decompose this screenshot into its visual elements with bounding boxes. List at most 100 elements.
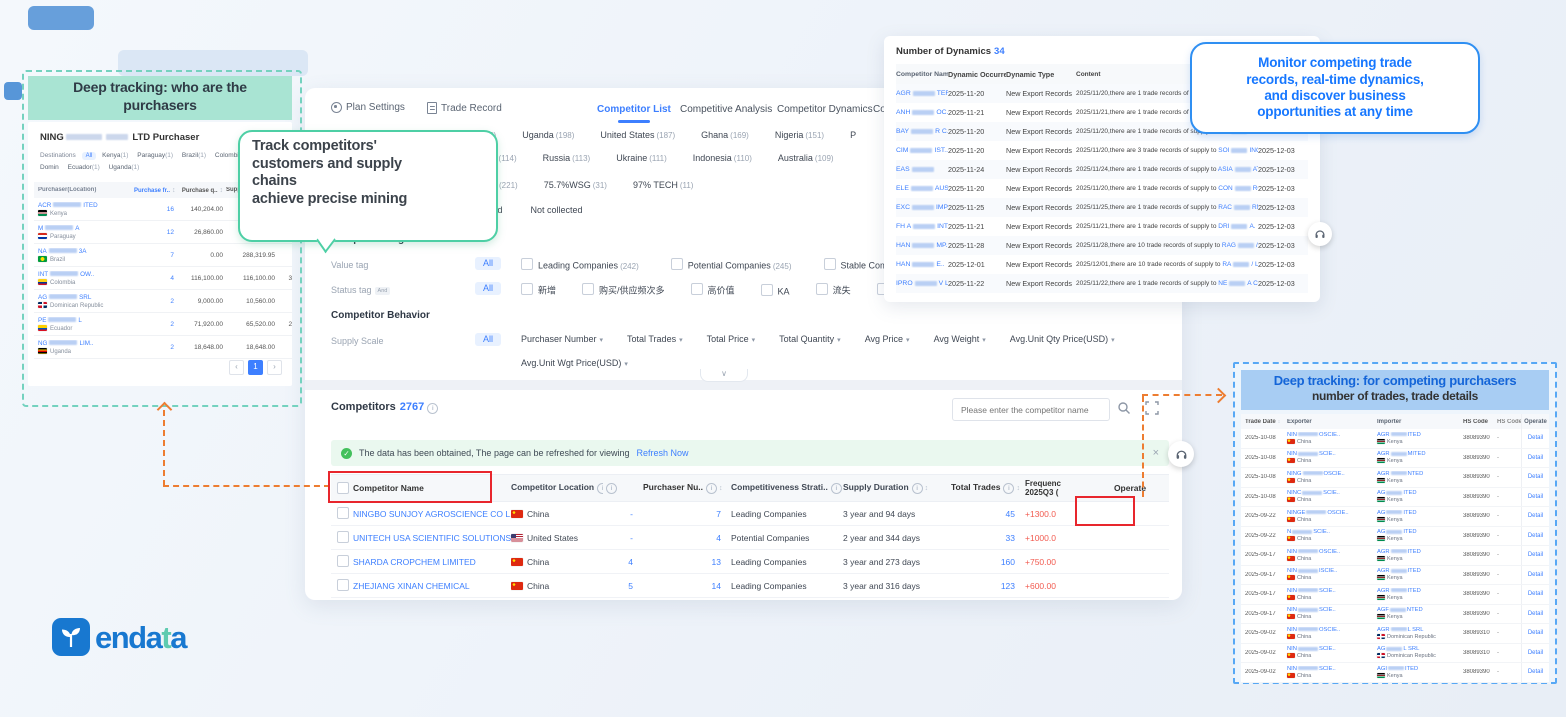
row-checkbox[interactable]: [337, 507, 349, 519]
importer-name-link[interactable]: AGRL SRL: [1377, 627, 1459, 633]
status-tag-checkbox[interactable]: 高价值: [691, 283, 735, 297]
metric-dropdown[interactable]: Purchaser Number: [521, 334, 603, 344]
support-headset-button[interactable]: [1168, 441, 1194, 467]
purchaser-name-link[interactable]: AGSRL: [38, 294, 134, 301]
purchaser-name-link[interactable]: NA3A: [38, 248, 134, 255]
dynamic-row[interactable]: HANMP.. 2025-11-28 New Export Records 20…: [896, 236, 1308, 255]
importer-name-link[interactable]: AGRNTED: [1377, 471, 1459, 477]
checkbox-icon[interactable]: [761, 284, 773, 296]
trade-row[interactable]: 2025-10-08 NINOSCIE.. China AGRITED Keny…: [1241, 429, 1549, 449]
dynamic-row[interactable]: ELEAUS.. 2025-11-20 New Export Records 2…: [896, 179, 1308, 198]
importer-name-link[interactable]: AGRITED: [1377, 432, 1459, 438]
detail-link[interactable]: Detail: [1521, 468, 1549, 487]
close-notice-icon[interactable]: ×: [1153, 447, 1159, 459]
dynamic-competitor-name[interactable]: ANHOC..: [896, 109, 948, 116]
supplier-filter-option[interactable]: 97% TECH(11): [633, 180, 694, 190]
detail-link[interactable]: Detail: [1521, 488, 1549, 507]
destination-option[interactable]: Ecuador(1): [68, 164, 100, 171]
trade-record-button[interactable]: Trade Record: [427, 102, 502, 114]
trade-row[interactable]: 2025-09-02 NINSCIE.. China AGL SRL Domin…: [1241, 644, 1549, 664]
dynamic-competitor-name[interactable]: HANMP..: [896, 242, 948, 249]
value-tag-checkbox[interactable]: Potential Companies(245): [671, 258, 792, 271]
total-trades[interactable]: 123: [951, 581, 1025, 591]
trade-row[interactable]: 2025-09-17 NINSCIE.. China AGRITED Kenya…: [1241, 585, 1549, 605]
destinations-all-chip[interactable]: All: [82, 152, 97, 160]
status-tag-checkbox[interactable]: KA: [761, 284, 790, 297]
exporter-name-link[interactable]: NINSCIE..: [1287, 666, 1373, 672]
importer-name-link[interactable]: AGFNTED: [1377, 607, 1459, 613]
col-total-trades[interactable]: Total Trades↕: [951, 482, 1025, 494]
destination-option[interactable]: Uganda(1): [109, 164, 140, 171]
dynamic-row[interactable]: EXCIMP.. 2025-11-25 New Export Records 2…: [896, 198, 1308, 217]
country-filter-option[interactable]: Indonesia(110): [693, 153, 752, 163]
search-icon[interactable]: [1117, 401, 1131, 420]
dynamic-competitor-name[interactable]: AGRTER..: [896, 90, 948, 97]
sort-icon[interactable]: ↕: [925, 485, 929, 492]
metric-dropdown[interactable]: Total Price: [707, 334, 756, 344]
detail-link[interactable]: Detail: [1521, 546, 1549, 565]
status-tag-checkbox[interactable]: 购买/供应频次多: [582, 283, 665, 297]
metric-dropdown[interactable]: Total Trades: [627, 334, 683, 344]
country-filter-option[interactable]: Ukraine(111): [616, 153, 667, 163]
trade-row[interactable]: 2025-09-02 NINSCIE.. China AGIITED Kenya…: [1241, 663, 1549, 683]
purchaser-row[interactable]: NGLIM.. Uganda 2 18,648.00 18,648.00 61,…: [34, 336, 292, 359]
country-filter-option[interactable]: Uganda(198): [522, 130, 574, 140]
expand-icon[interactable]: [1145, 401, 1159, 420]
dynamic-competitor-name[interactable]: IPROV LL..: [896, 280, 948, 287]
purchaser-row[interactable]: NA3A Brazil 7 0.00 288,319.95 0.00: [34, 244, 292, 267]
purchaser-number[interactable]: 7: [643, 509, 731, 519]
competitor-row[interactable]: UNITECH USA SCIENTIFIC SOLUTIONS United …: [331, 526, 1169, 550]
purchaser-number[interactable]: 14: [643, 581, 731, 591]
row-checkbox[interactable]: [337, 531, 349, 543]
detail-link[interactable]: Detail: [1521, 429, 1549, 448]
total-trades[interactable]: 33: [951, 533, 1025, 543]
page-next-button[interactable]: ›: [267, 360, 282, 375]
competitor-row[interactable]: NINGBO SUNJOY AGROSCIENCE CO L.. China -…: [331, 502, 1169, 526]
exporter-name-link[interactable]: NINOSCIE..: [1287, 627, 1373, 633]
value-tag-checkbox[interactable]: Leading Companies(242): [521, 258, 639, 271]
trade-row[interactable]: 2025-09-17 NINOSCIE.. China AGRITED Keny…: [1241, 546, 1549, 566]
importer-name-link[interactable]: AGRITED: [1377, 568, 1459, 574]
exporter-name-link[interactable]: NINOSCIE..: [1287, 549, 1373, 555]
metric-dropdown[interactable]: Total Quantity: [779, 334, 841, 344]
detail-link[interactable]: Detail: [1521, 624, 1549, 643]
dynamic-competitor-name[interactable]: FH AINT..: [896, 223, 948, 230]
exporter-name-link[interactable]: NINCSCIE..: [1287, 490, 1373, 496]
checkbox-icon[interactable]: [582, 283, 594, 295]
col-purchase-qty[interactable]: Purchase q..↕: [178, 187, 226, 194]
row-checkbox[interactable]: [337, 579, 349, 591]
checkbox-icon[interactable]: [521, 283, 533, 295]
tab-competitor-list[interactable]: Competitor List: [597, 104, 671, 115]
exporter-name-link[interactable]: NINISCIE..: [1287, 568, 1373, 574]
dynamic-row[interactable]: EAS 2025-11-24 New Export Records 2025/1…: [896, 160, 1308, 179]
exporter-name-link[interactable]: NINSCIE..: [1287, 451, 1373, 457]
trade-row[interactable]: 2025-09-22 NSCIE.. China AGITED Kenya 38…: [1241, 527, 1549, 547]
detail-link[interactable]: Detail: [1521, 449, 1549, 468]
sort-icon[interactable]: ↕: [719, 485, 723, 492]
status-tag-checkbox[interactable]: 新增: [521, 283, 556, 297]
checkbox-icon[interactable]: [824, 258, 836, 270]
trade-row[interactable]: 2025-09-02 NINOSCIE.. China AGRL SRL Dom…: [1241, 624, 1549, 644]
status-tag-all-chip[interactable]: All: [475, 282, 501, 295]
country-filter-option[interactable]: P: [850, 130, 858, 140]
competitor-name-link[interactable]: NINGBO SUNJOY AGROSCIENCE CO L..: [353, 509, 511, 519]
trade-row[interactable]: 2025-10-08 NINSCIE.. China AGRMITED Keny…: [1241, 449, 1549, 469]
checkbox-icon[interactable]: [671, 258, 683, 270]
exporter-name-link[interactable]: NINGOSCIE..: [1287, 471, 1373, 477]
col-purchaser-number[interactable]: Purchaser Nu..↕: [643, 482, 731, 494]
dynamic-row[interactable]: HANE.. 2025-12-01 New Export Records 202…: [896, 255, 1308, 274]
tab-competitive-analysis[interactable]: Competitive Analysis: [680, 104, 772, 115]
competitor-name-link[interactable]: SHARDA CROPCHEM LIMITED: [353, 557, 511, 567]
supplier-filter-option[interactable]: 75.7%WSG(31): [544, 180, 607, 190]
competitor-name-link[interactable]: UNITECH USA SCIENTIFIC SOLUTIONS: [353, 533, 511, 543]
value-tag-all-chip[interactable]: All: [475, 257, 501, 270]
detail-link[interactable]: Detail: [1521, 527, 1549, 546]
country-filter-option[interactable]: Russia(113): [543, 153, 591, 163]
col-trade-date[interactable]: Trade Date↕: [1241, 419, 1283, 425]
dynamic-competitor-name[interactable]: HANE..: [896, 261, 948, 268]
trade-row[interactable]: 2025-10-08 NINCSCIE.. China AGITED Kenya…: [1241, 488, 1549, 508]
dynamic-row[interactable]: FH AINT.. 2025-11-21 New Export Records …: [896, 217, 1308, 236]
exporter-name-link[interactable]: NSCIE..: [1287, 529, 1373, 535]
exporter-name-link[interactable]: NINOSCIE..: [1287, 432, 1373, 438]
trade-row[interactable]: 2025-09-22 NINGEOSCIE.. China AGITED Ken…: [1241, 507, 1549, 527]
